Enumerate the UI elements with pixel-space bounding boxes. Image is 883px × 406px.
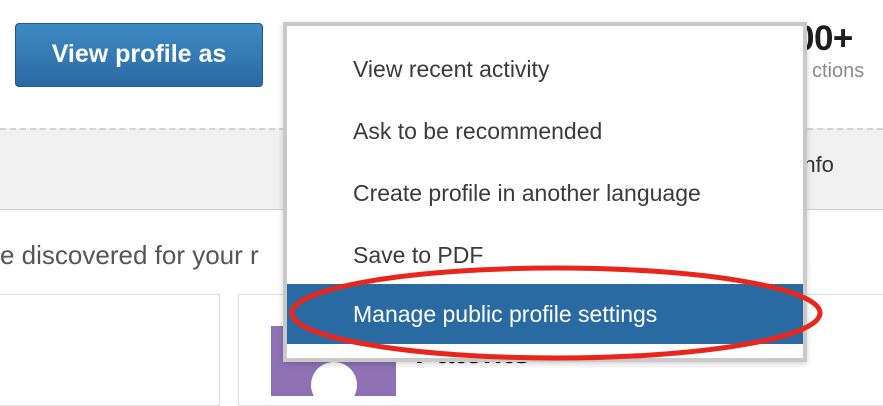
discover-heading: e discovered for your r bbox=[0, 240, 259, 270]
menu-item-create-profile-another-language[interactable]: Create profile in another language bbox=[287, 164, 803, 223]
content-card-left bbox=[0, 294, 220, 406]
menu-item-view-recent-activity[interactable]: View recent activity bbox=[287, 40, 803, 99]
menu-item-ask-to-be-recommended[interactable]: Ask to be recommended bbox=[287, 102, 803, 161]
connections-label: ctions bbox=[812, 60, 865, 82]
view-profile-as-button[interactable]: View profile as bbox=[15, 23, 263, 87]
view-profile-as-dropdown: View recent activity Ask to be recommend… bbox=[283, 22, 807, 362]
menu-item-manage-public-profile-settings[interactable]: Manage public profile settings bbox=[287, 284, 803, 344]
patents-icon-shape bbox=[311, 362, 357, 396]
menu-item-save-to-pdf[interactable]: Save to PDF bbox=[287, 226, 803, 285]
